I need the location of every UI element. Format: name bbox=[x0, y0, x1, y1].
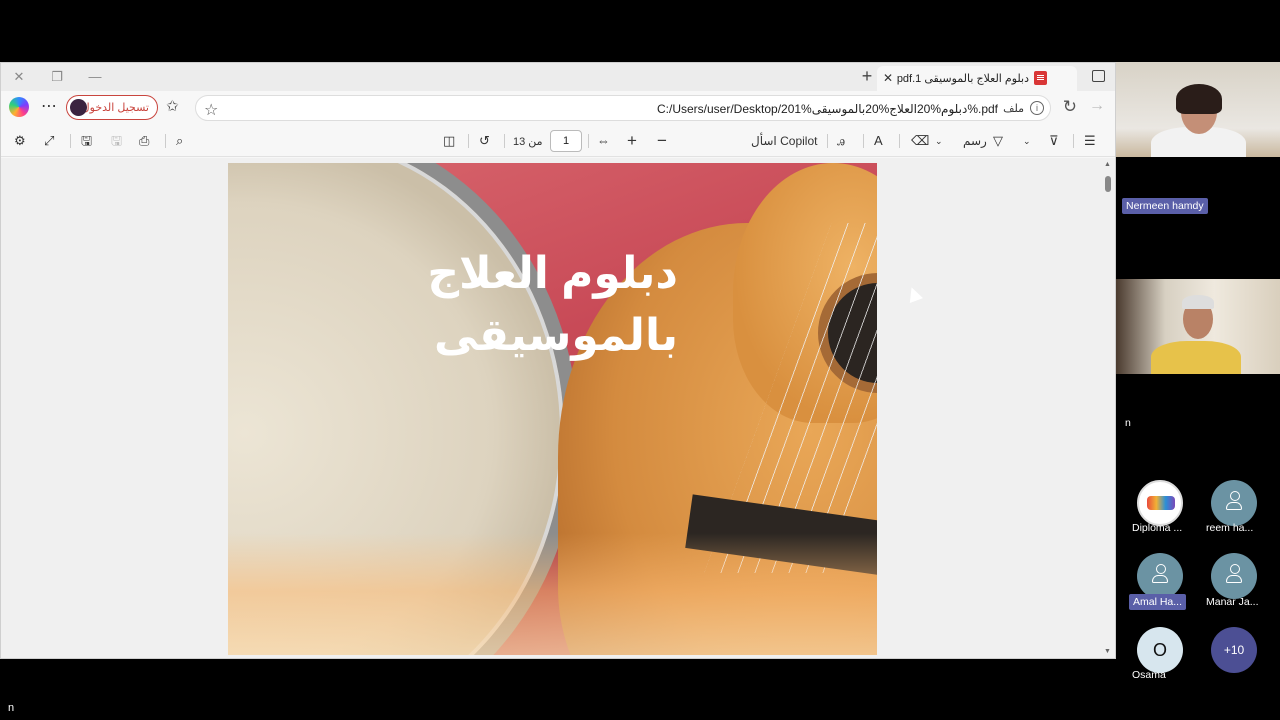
screen: ✕ ❐ — + دبلوم العلاج بالموسيقى pdf.1 ✕ ⋯… bbox=[0, 0, 1280, 720]
participant-name-manar: Manar Ja... bbox=[1206, 596, 1259, 608]
save-icon[interactable]: 🖫 bbox=[111, 133, 122, 149]
participant-avatar-osama[interactable]: O bbox=[1137, 627, 1183, 673]
save-as-icon[interactable]: 🖫 bbox=[81, 133, 92, 149]
flame-overlay bbox=[228, 533, 877, 655]
participant-avatar-diploma[interactable] bbox=[1137, 480, 1183, 526]
scroll-up-icon[interactable]: ▲ bbox=[1104, 161, 1111, 168]
participant-name-reem: reem ha... bbox=[1206, 522, 1254, 534]
tab-pdf[interactable]: دبلوم العلاج بالموسيقى pdf.1 ✕ bbox=[877, 66, 1077, 91]
translate-icon[interactable]: ꭿ bbox=[837, 133, 845, 149]
divider bbox=[1073, 134, 1074, 148]
participant-avatar-manar[interactable] bbox=[1211, 553, 1257, 599]
tab-actions-icon[interactable] bbox=[1092, 70, 1105, 82]
forward-icon[interactable]: → bbox=[1089, 97, 1105, 115]
print-icon[interactable]: ⎙ bbox=[139, 133, 149, 149]
person-icon bbox=[1152, 564, 1168, 583]
divider bbox=[70, 134, 71, 148]
favorites-icon[interactable]: ✩ bbox=[166, 97, 179, 115]
participant-name-n: n bbox=[1125, 417, 1131, 429]
highlight-dropdown-icon[interactable]: ⌄ bbox=[1023, 133, 1031, 149]
add-favorite-icon[interactable]: ☆ bbox=[204, 100, 218, 120]
more-participants-button[interactable]: +10 bbox=[1211, 627, 1257, 673]
draw-button[interactable]: رسم bbox=[963, 133, 987, 149]
eraser-dropdown-icon[interactable]: ⌄ bbox=[935, 133, 943, 149]
person-icon bbox=[1226, 564, 1242, 583]
divider bbox=[504, 134, 505, 148]
tab-close-icon[interactable]: ✕ bbox=[883, 71, 893, 85]
new-tab-button[interactable]: + bbox=[857, 67, 877, 85]
divider bbox=[588, 134, 589, 148]
pdf-toolbar: ⚙ ⤢ 🖫 🖫 ⎙ ⌕ ◫ ↺ من 13 1 ⇔ + − اسأل Copil… bbox=[1, 125, 1115, 157]
page-title-line1: دبلوم العلاج bbox=[427, 249, 678, 298]
tab-title: دبلوم العلاج بالموسيقى pdf.1 bbox=[896, 73, 1029, 85]
page-view-icon[interactable]: ◫ bbox=[443, 133, 455, 149]
scroll-down-icon[interactable]: ▼ bbox=[1104, 648, 1111, 655]
settings-icon[interactable]: ⚙ bbox=[14, 133, 26, 149]
page-title: دبلوم العلاج بالموسيقى bbox=[378, 243, 678, 367]
participant-name-diploma: Diploma ... bbox=[1132, 522, 1183, 534]
eraser-icon[interactable]: ⌫ bbox=[911, 133, 929, 149]
page-number-input[interactable]: 1 bbox=[550, 130, 582, 152]
info-icon[interactable]: i bbox=[1030, 101, 1044, 115]
participant-name-osama: Osama bbox=[1132, 669, 1166, 681]
draw-pen-icon[interactable]: ▽ bbox=[993, 133, 1003, 149]
highlight-icon[interactable]: ⊽ bbox=[1049, 133, 1059, 149]
more-options-icon[interactable]: ⋯ bbox=[41, 96, 58, 116]
zoom-out-icon[interactable]: − bbox=[657, 132, 667, 149]
footer-text: n bbox=[8, 702, 15, 714]
pdf-favicon-icon bbox=[1034, 71, 1047, 85]
participant-avatar-reem[interactable] bbox=[1211, 480, 1257, 526]
video-tile-nermeen[interactable] bbox=[1116, 62, 1280, 157]
fullscreen-icon[interactable]: ⤢ bbox=[44, 133, 54, 149]
search-icon[interactable]: ⌕ bbox=[176, 133, 183, 149]
scroll-thumb[interactable] bbox=[1105, 176, 1111, 192]
ask-copilot-button[interactable]: اسأل Copilot bbox=[751, 133, 817, 149]
participant-name-amal: Amal Ha... bbox=[1129, 594, 1187, 610]
title-bar: ✕ ❐ — + دبلوم العلاج بالموسيقى pdf.1 ✕ bbox=[1, 63, 1115, 91]
signin-button[interactable]: تسجيل الدخول bbox=[66, 95, 158, 120]
participant-avatar-amal[interactable] bbox=[1137, 553, 1183, 599]
video-tile-n[interactable] bbox=[1116, 279, 1280, 374]
nav-bar: ⋯ تسجيل الدخول ✩ i ملف C:/Users/user/Des… bbox=[1, 91, 1115, 125]
reload-icon[interactable]: ↻ bbox=[1063, 97, 1077, 117]
address-url[interactable]: C:/Users/user/Desktop/201%دبلوم%20العلاج… bbox=[657, 102, 998, 116]
contents-icon[interactable]: ☰ bbox=[1084, 133, 1096, 149]
divider bbox=[468, 134, 469, 148]
address-bar[interactable]: i ملف C:/Users/user/Desktop/201%دبلوم%20… bbox=[195, 95, 1051, 121]
divider bbox=[863, 134, 864, 148]
rotate-icon[interactable]: ↺ bbox=[479, 133, 490, 149]
divider bbox=[827, 134, 828, 148]
page-title-line2: بالموسيقى bbox=[433, 311, 678, 360]
signin-label: تسجيل الدخول bbox=[81, 102, 149, 114]
page-count: من 13 bbox=[513, 136, 543, 148]
close-window-icon[interactable]: ✕ bbox=[11, 69, 27, 85]
address-file-label: ملف bbox=[1003, 103, 1024, 115]
pdf-viewer[interactable]: دبلوم العلاج بالموسيقى ▲ ▼ bbox=[1, 158, 1115, 658]
fit-width-icon[interactable]: ⇔ bbox=[597, 133, 610, 149]
divider bbox=[899, 134, 900, 148]
copilot-icon[interactable] bbox=[9, 97, 29, 117]
vertical-scrollbar[interactable]: ▲ ▼ bbox=[1101, 158, 1115, 658]
restore-window-icon[interactable]: ❐ bbox=[49, 69, 65, 85]
zoom-in-icon[interactable]: + bbox=[627, 132, 637, 149]
participant-name-nermeen: Nermeen hamdy bbox=[1122, 198, 1208, 214]
minimize-window-icon[interactable]: — bbox=[87, 69, 103, 85]
profile-avatar-icon bbox=[70, 99, 87, 116]
browser-window: ✕ ❐ — + دبلوم العلاج بالموسيقى pdf.1 ✕ ⋯… bbox=[0, 62, 1116, 659]
pdf-page-cover: دبلوم العلاج بالموسيقى bbox=[228, 163, 877, 655]
divider bbox=[165, 134, 166, 148]
read-aloud-icon[interactable]: A bbox=[874, 133, 883, 149]
person-icon bbox=[1226, 491, 1242, 510]
